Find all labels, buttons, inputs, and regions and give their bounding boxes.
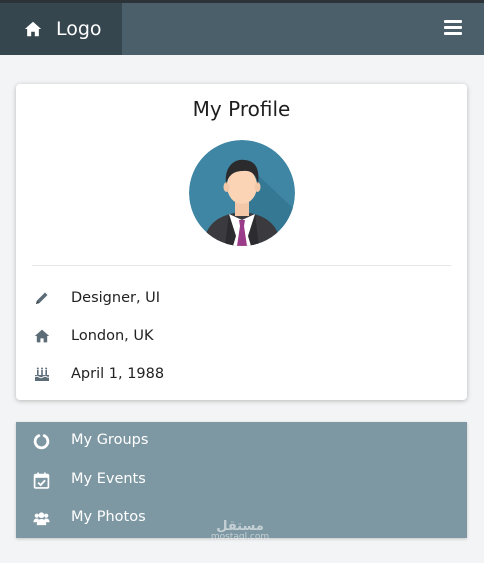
pencil-icon bbox=[36, 292, 48, 304]
avatar bbox=[189, 140, 295, 246]
birthday-cake-icon bbox=[34, 367, 50, 381]
home-icon bbox=[34, 329, 50, 343]
circle-notch-icon bbox=[33, 434, 50, 450]
nav-item-label: My Photos bbox=[71, 509, 146, 525]
watermark-arabic: مستقل bbox=[216, 519, 264, 534]
hamburger-menu-icon[interactable] bbox=[444, 20, 462, 36]
divider bbox=[32, 265, 451, 266]
location-text: London, UK bbox=[71, 328, 154, 344]
watermark: مستقل mostaql.com bbox=[210, 519, 270, 542]
occupation-text: Designer, UI bbox=[71, 290, 161, 306]
logo-label: Logo bbox=[56, 18, 102, 40]
birthday-text: April 1, 1988 bbox=[71, 366, 165, 382]
nav-item-my-groups[interactable]: My Groups bbox=[16, 422, 467, 460]
watermark-latin: mostaql.com bbox=[210, 532, 270, 542]
top-navbar: Logo bbox=[0, 0, 484, 55]
calendar-check-icon bbox=[33, 472, 50, 489]
page-title: My Profile bbox=[192, 97, 291, 121]
users-icon bbox=[33, 512, 50, 526]
nav-item-my-events[interactable]: My Events bbox=[16, 461, 467, 499]
profile-card: My Profile Designer, UI London, UK April… bbox=[16, 84, 467, 400]
nav-item-label: My Events bbox=[71, 471, 146, 487]
nav-item-label: My Groups bbox=[71, 432, 149, 448]
home-icon bbox=[24, 21, 42, 37]
brand-logo-link[interactable]: Logo bbox=[0, 3, 122, 55]
